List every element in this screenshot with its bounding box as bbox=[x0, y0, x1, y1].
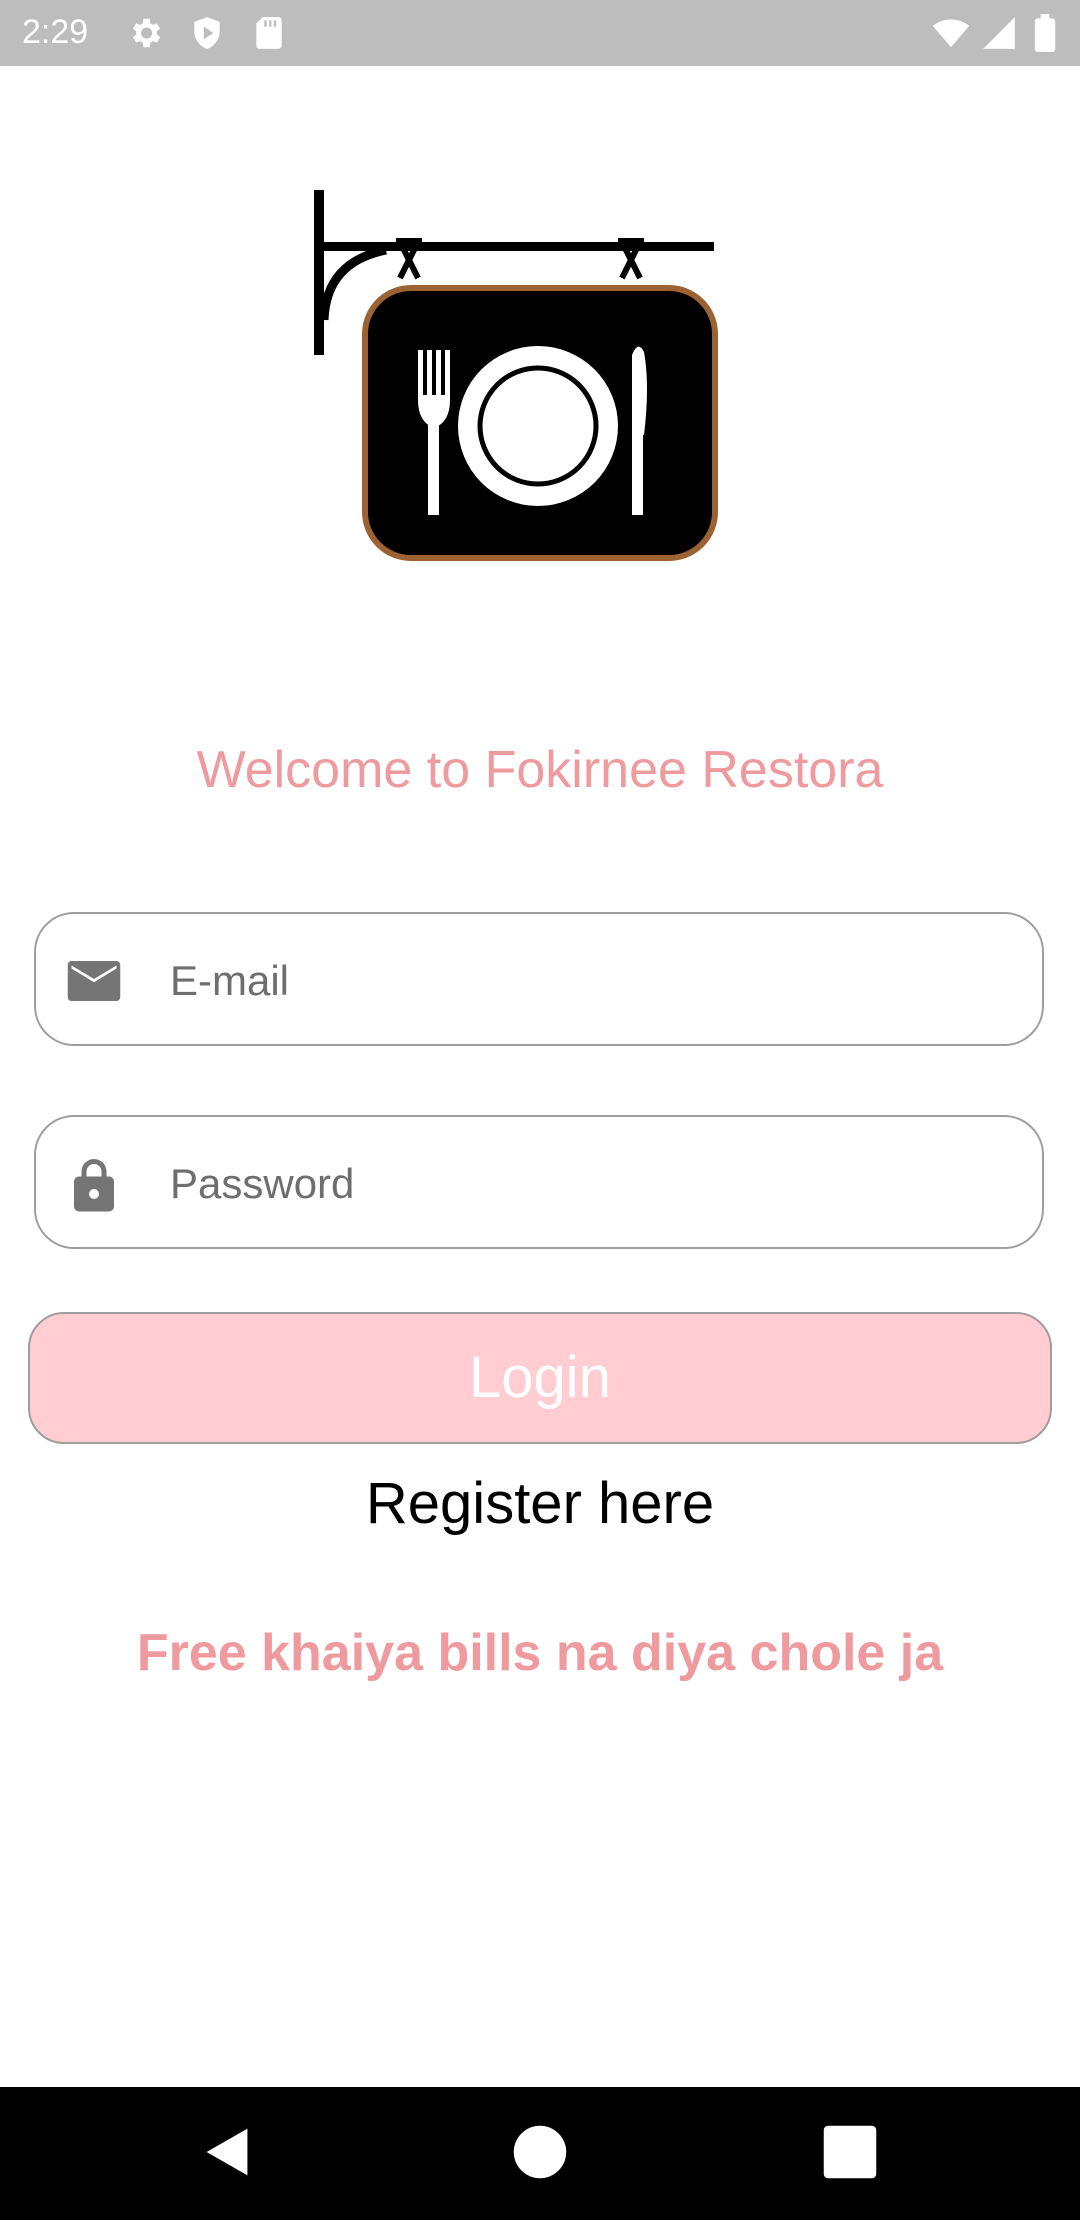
email-input[interactable] bbox=[170, 936, 1010, 1026]
shield-icon bbox=[188, 14, 226, 52]
login-button[interactable]: Login bbox=[28, 1312, 1052, 1444]
status-time: 2:29 bbox=[22, 13, 89, 51]
recents-icon[interactable] bbox=[815, 2117, 885, 2187]
sd-card-icon bbox=[250, 14, 288, 52]
welcome-title: Welcome to Fokirnee Restora bbox=[196, 741, 884, 799]
password-input[interactable] bbox=[170, 1139, 1010, 1229]
email-field[interactable] bbox=[34, 912, 1044, 1046]
signal-icon bbox=[980, 14, 1018, 52]
register-link[interactable]: Register here bbox=[0, 1468, 1080, 1540]
lock-icon bbox=[64, 1154, 124, 1214]
status-bar: 2:29 bbox=[0, 0, 1080, 66]
password-field[interactable] bbox=[34, 1115, 1044, 1249]
footer-tagline: Free khaiya bills na diya chole ja bbox=[136, 1624, 944, 1682]
mail-icon bbox=[64, 951, 124, 1011]
navigation-bar bbox=[0, 2087, 1080, 2220]
restaurant-sign-icon bbox=[300, 180, 730, 570]
battery-icon bbox=[1030, 14, 1060, 52]
wifi-icon bbox=[932, 14, 970, 52]
settings-icon bbox=[126, 14, 164, 52]
back-icon[interactable] bbox=[192, 2117, 262, 2187]
home-icon[interactable] bbox=[505, 2117, 575, 2187]
